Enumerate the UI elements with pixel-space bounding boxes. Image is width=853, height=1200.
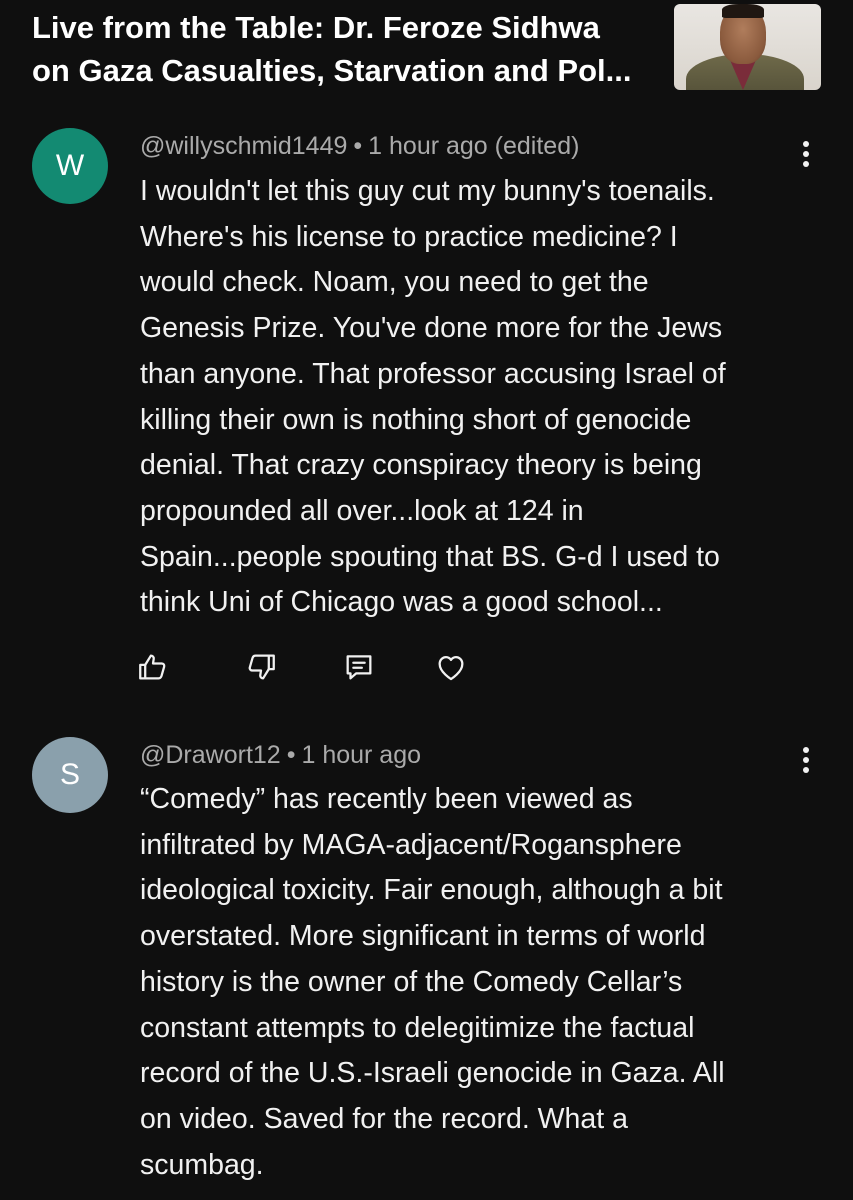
comment-time: 1 hour ago [301, 741, 422, 769]
video-header[interactable]: Live from the Table: Dr. Feroze Sidhwa o… [0, 0, 853, 110]
comment-author[interactable]: @Drawort12 [140, 741, 281, 769]
meta-separator: • [353, 132, 363, 160]
video-title[interactable]: Live from the Table: Dr. Feroze Sidhwa o… [32, 6, 652, 92]
comment-meta: @willyschmid1449 • 1 hour ago (edited) [140, 131, 579, 161]
avatar[interactable]: S [32, 737, 108, 813]
heart-icon[interactable] [434, 650, 468, 684]
comment-author[interactable]: @willyschmid1449 [140, 132, 347, 160]
comment-text: “Comedy” has recently been viewed as inf… [140, 783, 725, 1181]
comment-time: 1 hour ago (edited) [368, 132, 580, 160]
more-vert-icon[interactable] [796, 744, 816, 778]
thumbs-up-icon[interactable] [136, 650, 170, 684]
video-thumbnail[interactable] [674, 4, 821, 90]
comment-meta: @Drawort12 • 1 hour ago [140, 740, 421, 770]
thumbs-down-icon[interactable] [244, 650, 278, 684]
thumbnail-hair [722, 4, 764, 18]
avatar-letter: S [59, 758, 80, 791]
comment-text: I wouldn't let this guy cut my bunny's t… [140, 175, 726, 619]
meta-separator: • [286, 741, 296, 769]
avatar[interactable]: W [32, 128, 108, 204]
comment-actions [136, 650, 496, 684]
reply-icon[interactable] [342, 650, 376, 684]
avatar-letter: W [55, 149, 85, 182]
more-vert-icon[interactable] [796, 138, 816, 172]
